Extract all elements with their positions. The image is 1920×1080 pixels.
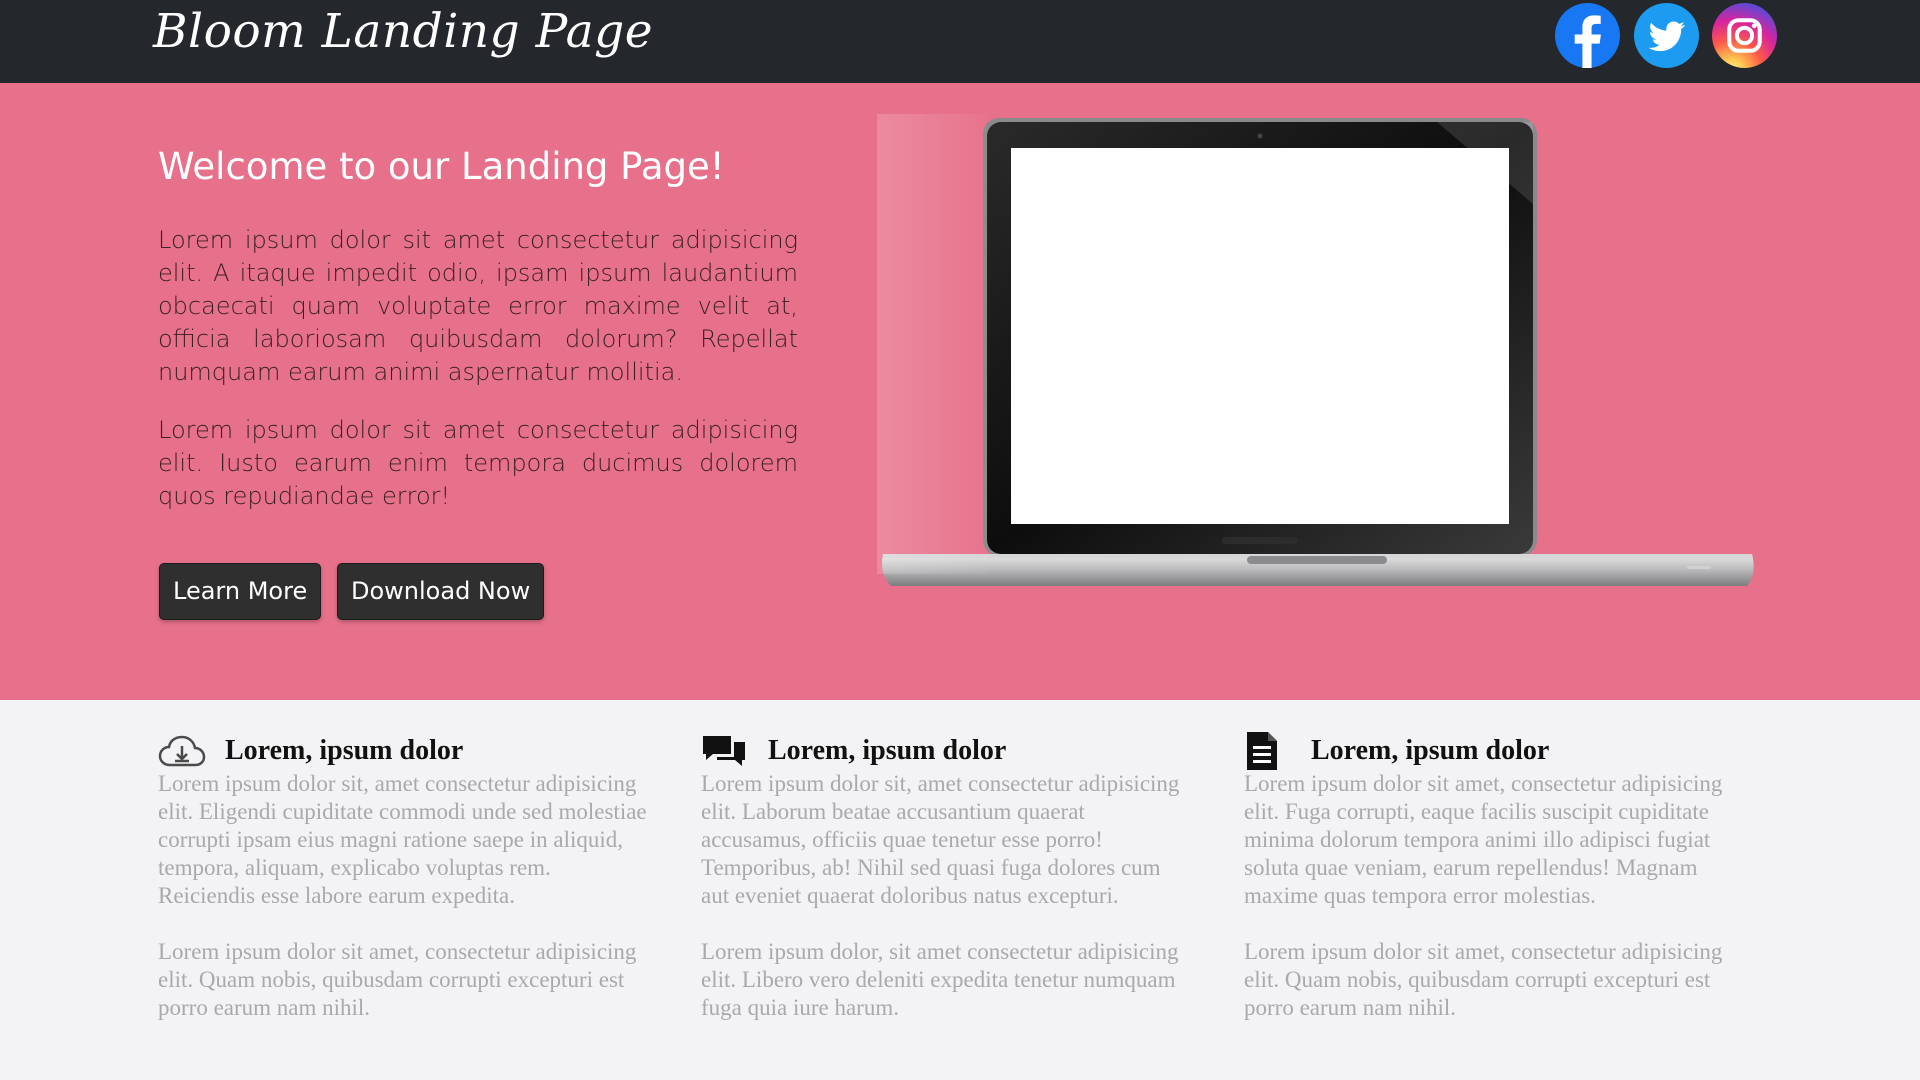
instagram-icon[interactable]	[1712, 3, 1777, 68]
navbar: Bloom Landing Page	[0, 0, 1920, 83]
feature-header: Lorem, ipsum dolor	[1244, 730, 1734, 772]
feature-title: Lorem, ipsum dolor	[1311, 735, 1550, 766]
brand-logo[interactable]: Bloom Landing Page	[153, 4, 653, 59]
image-glow	[877, 114, 987, 574]
feature-text: Lorem ipsum dolor sit, amet consectetur …	[158, 771, 647, 908]
feature-title: Lorem, ipsum dolor	[768, 735, 1007, 766]
feature-column: Lorem, ipsum dolor Lorem ipsum dolor sit…	[1244, 730, 1734, 1022]
feature-text: Lorem ipsum dolor sit amet, consectetur …	[158, 939, 637, 1020]
facebook-icon[interactable]	[1555, 3, 1620, 68]
hero-paragraph: Lorem ipsum dolor sit amet consectetur a…	[158, 416, 798, 510]
hero-title: Welcome to our Landing Page!	[158, 145, 725, 188]
feature-title: Lorem, ipsum dolor	[225, 735, 464, 766]
comments-icon	[701, 730, 751, 772]
feature-column: Lorem, ipsum dolor Lorem ipsum dolor sit…	[158, 730, 648, 1022]
feature-text: Lorem ipsum dolor sit amet, consectetur …	[1244, 771, 1723, 908]
twitter-icon[interactable]	[1634, 3, 1699, 68]
download-now-button[interactable]: Download Now	[337, 563, 545, 620]
feature-text: Lorem ipsum dolor, sit amet consectetur …	[701, 939, 1179, 1020]
features-section: Lorem, ipsum dolor Lorem ipsum dolor sit…	[0, 700, 1920, 1080]
learn-more-button[interactable]: Learn More	[159, 563, 322, 620]
laptop-image	[877, 114, 1757, 594]
feature-text: Lorem ipsum dolor sit, amet consectetur …	[701, 771, 1180, 908]
hero-paragraph: Lorem ipsum dolor sit amet consectetur a…	[158, 226, 798, 386]
feature-header: Lorem, ipsum dolor	[701, 730, 1191, 772]
cloud-download-icon	[158, 730, 208, 772]
document-icon	[1244, 730, 1294, 772]
hero-section: Welcome to our Landing Page! Lorem ipsum…	[0, 83, 1920, 700]
feature-text: Lorem ipsum dolor sit amet, consectetur …	[1244, 939, 1723, 1020]
feature-header: Lorem, ipsum dolor	[158, 730, 648, 772]
feature-column: Lorem, ipsum dolor Lorem ipsum dolor sit…	[701, 730, 1191, 1022]
